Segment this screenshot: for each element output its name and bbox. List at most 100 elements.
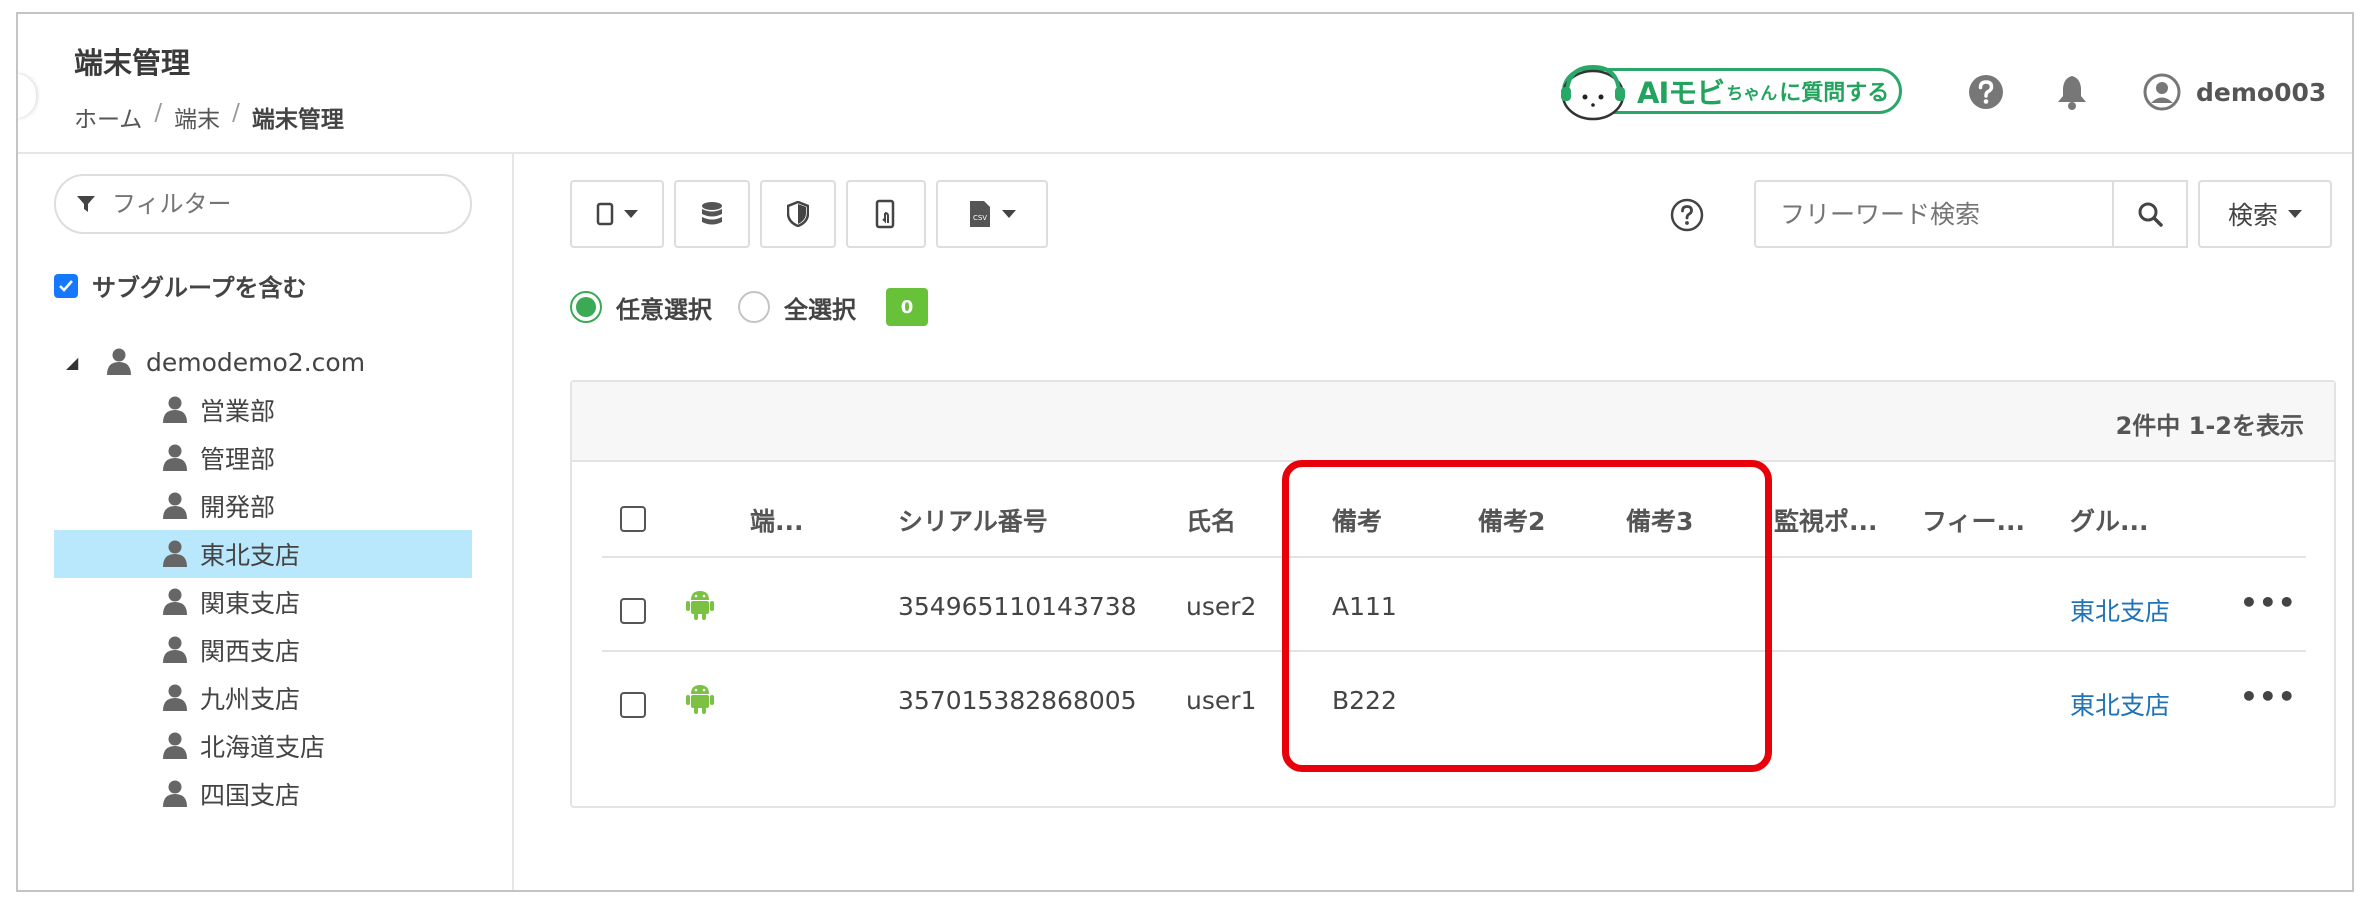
database-button[interactable] xyxy=(674,180,750,248)
sidebar-item-label: 四国支店 xyxy=(200,781,301,810)
sidebar-item-hokkaido[interactable]: 北海道支店 xyxy=(54,722,472,770)
annotation-highlight-box xyxy=(1282,460,1772,772)
chevron-down-icon xyxy=(2288,210,2302,218)
row-checkbox[interactable] xyxy=(620,598,646,624)
selection-mode: 任意選択 全選択 0 xyxy=(570,288,928,326)
search-menu-button[interactable]: 検索 xyxy=(2198,180,2332,248)
breadcrumb-home[interactable]: ホーム xyxy=(74,100,142,134)
ai-button-label: AIモビ xyxy=(1637,76,1725,110)
cell-serial: 357015382868005 xyxy=(898,686,1137,715)
help-icon[interactable] xyxy=(1966,72,2006,112)
sidebar-item-label: 管理部 xyxy=(200,445,276,474)
ai-mobi-question-button[interactable]: AIモビ ちゃん に質問する xyxy=(1561,64,1902,121)
bell-icon[interactable] xyxy=(2052,72,2092,112)
csv-export-button[interactable]: CSV xyxy=(936,180,1048,248)
group-tree: ◢ demodemo2.com 営業部 管理部 開発部 東北支店 関東支店 関西… xyxy=(54,338,472,818)
phone-touch-icon xyxy=(875,199,895,229)
chevron-down-icon xyxy=(1002,210,1016,218)
search-input[interactable] xyxy=(1780,199,2100,229)
column-monitor-policy[interactable]: 監視ポ... xyxy=(1774,502,1878,538)
sidebar-item-label: 営業部 xyxy=(200,397,276,426)
tree-collapse-toggle-icon[interactable]: ◢ xyxy=(66,353,106,372)
sidebar-item-label: 関西支店 xyxy=(200,637,301,666)
breadcrumb-current: 端末管理 xyxy=(251,107,344,133)
sidebar-item-admin[interactable]: 管理部 xyxy=(54,434,472,482)
chevron-down-icon xyxy=(624,210,638,218)
shield-icon xyxy=(787,201,809,227)
sidebar-item-dev[interactable]: 開発部 xyxy=(54,482,472,530)
cell-name: user1 xyxy=(1186,686,1257,715)
csv-file-icon: CSV xyxy=(970,201,990,227)
row-more-icon[interactable]: ••• xyxy=(2240,680,2297,713)
user-avatar-icon[interactable] xyxy=(2142,72,2182,112)
person-icon xyxy=(163,444,187,471)
sidebar-item-sales[interactable]: 営業部 xyxy=(54,386,472,434)
column-name[interactable]: 氏名 xyxy=(1186,502,1236,538)
filter-field[interactable] xyxy=(54,174,472,234)
page-title: 端末管理 xyxy=(74,46,191,80)
tree-root-label: demodemo2.com xyxy=(146,347,366,377)
breadcrumb-separator: / xyxy=(154,100,163,126)
any-select-label[interactable]: 任意選択 xyxy=(616,290,712,325)
person-icon xyxy=(163,396,187,423)
check-icon xyxy=(59,279,73,292)
policy-button[interactable] xyxy=(760,180,836,248)
android-icon xyxy=(686,591,714,620)
person-icon xyxy=(163,540,187,567)
sidebar-item-label: 北海道支店 xyxy=(200,733,326,762)
ai-mobi-mascot-icon xyxy=(1561,64,1625,121)
select-all-checkbox[interactable] xyxy=(620,506,646,532)
device-menu-button[interactable] xyxy=(570,180,664,248)
breadcrumb-terminal[interactable]: 端末 xyxy=(174,100,220,134)
search-icon xyxy=(2138,202,2163,227)
breadcrumb: ホーム / 端末 / 端末管理 xyxy=(74,100,344,134)
sidebar-item-kansai[interactable]: 関西支店 xyxy=(54,626,472,674)
device-icon xyxy=(596,202,614,226)
user-name[interactable]: demo003 xyxy=(2196,78,2326,107)
android-icon xyxy=(686,685,714,714)
all-select-radio[interactable] xyxy=(738,291,770,323)
column-terminal[interactable]: 端... xyxy=(750,502,804,538)
sidebar-item-label: 開発部 xyxy=(200,493,276,522)
column-filter[interactable]: フィー... xyxy=(1922,502,2025,538)
search-menu-label: 検索 xyxy=(2227,201,2278,230)
sidebar-item-kanto[interactable]: 関東支店 xyxy=(54,578,472,626)
free-word-search-field[interactable] xyxy=(1754,180,2114,248)
breadcrumb-separator: / xyxy=(232,100,240,126)
row-checkbox[interactable] xyxy=(620,692,646,718)
sidebar-item-tohoku[interactable]: 東北支店 xyxy=(54,530,472,578)
cell-group-link[interactable]: 東北支店 xyxy=(2070,686,2170,722)
person-icon xyxy=(163,588,187,615)
cell-name: user2 xyxy=(1186,592,1257,621)
paging-info: 2件中 1-2を表示 xyxy=(2115,412,2304,440)
cell-group-link[interactable]: 東北支店 xyxy=(2070,592,2170,628)
person-icon xyxy=(163,780,187,807)
cell-serial: 354965110143738 xyxy=(898,592,1137,621)
person-icon xyxy=(163,732,187,759)
row-more-icon[interactable]: ••• xyxy=(2240,586,2297,619)
person-icon xyxy=(163,684,187,711)
all-select-label[interactable]: 全選択 xyxy=(784,290,856,325)
panel-header: 2件中 1-2を表示 xyxy=(572,382,2334,462)
database-icon xyxy=(702,202,722,225)
svg-text:CSV: CSV xyxy=(973,214,987,222)
tree-root-node[interactable]: ◢ demodemo2.com xyxy=(54,338,472,386)
search-help-icon[interactable] xyxy=(1670,198,1704,232)
ai-button-label-small: ちゃん xyxy=(1726,83,1778,104)
include-subgroups-checkbox[interactable] xyxy=(54,273,78,298)
filter-icon xyxy=(77,196,95,212)
app-frame: 端末管理 ホーム / 端末 / 端末管理 AIモビ ちゃん に質問する demo… xyxy=(16,12,2354,892)
include-subgroups[interactable]: サブグループを含む xyxy=(54,268,307,303)
remote-operation-button[interactable] xyxy=(846,180,926,248)
include-subgroups-label: サブグループを含む xyxy=(92,274,307,302)
column-serial[interactable]: シリアル番号 xyxy=(898,502,1048,538)
column-group[interactable]: グル... xyxy=(2070,502,2149,538)
sidebar-item-kyushu[interactable]: 九州支店 xyxy=(54,674,472,722)
any-select-radio[interactable] xyxy=(570,291,602,323)
sidebar-item-label: 東北支店 xyxy=(200,541,301,570)
person-icon xyxy=(163,636,187,663)
search-button[interactable] xyxy=(2112,180,2188,248)
sidebar-item-shikoku[interactable]: 四国支店 xyxy=(54,770,472,818)
filter-input[interactable] xyxy=(112,190,442,218)
ai-button-label-tail: に質問する xyxy=(1779,81,1890,106)
